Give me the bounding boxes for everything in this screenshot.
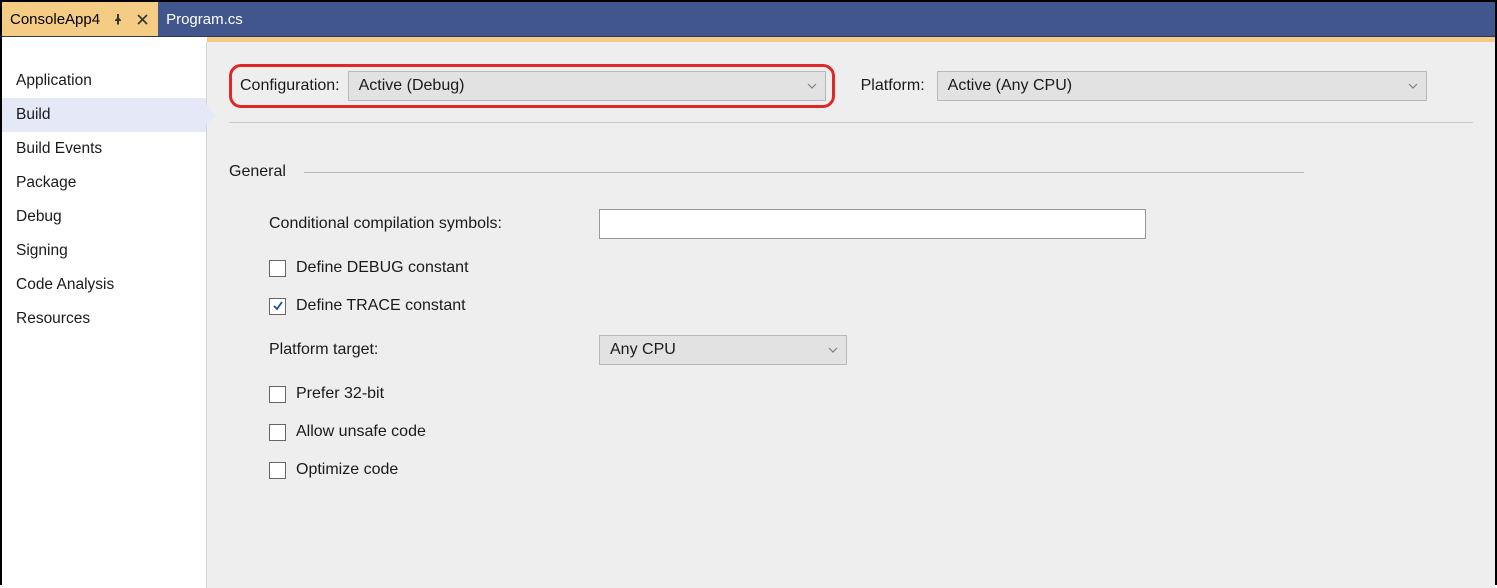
cond-symbols-input[interactable]	[599, 209, 1146, 239]
sidebar-item-label: Debug	[16, 208, 62, 225]
sidebar-item-build-events[interactable]: Build Events	[2, 132, 206, 166]
sidebar-item-label: Signing	[16, 242, 68, 259]
tab-label: Program.cs	[166, 11, 243, 28]
platform-label: Platform:	[861, 77, 925, 95]
pin-icon[interactable]	[110, 12, 125, 27]
configuration-dropdown[interactable]: Active (Debug)	[348, 71, 826, 101]
platform-value: Active (Any CPU)	[948, 77, 1072, 95]
section-title: General	[229, 163, 286, 181]
cond-symbols-label: Conditional compilation symbols:	[269, 215, 599, 233]
platform-dropdown[interactable]: Active (Any CPU)	[937, 71, 1427, 101]
close-icon[interactable]	[135, 12, 150, 27]
sidebar-item-signing[interactable]: Signing	[2, 234, 206, 268]
allow-unsafe-label: Allow unsafe code	[296, 423, 426, 441]
optimize-code-checkbox[interactable]	[269, 462, 286, 479]
sidebar-item-build[interactable]: Build	[2, 98, 206, 132]
sidebar-item-application[interactable]: Application	[2, 64, 206, 98]
properties-content: Configuration: Active (Debug) Platform: …	[207, 42, 1495, 588]
sidebar-item-label: Code Analysis	[16, 276, 114, 293]
define-trace-label: Define TRACE constant	[296, 297, 466, 315]
allow-unsafe-checkbox[interactable]	[269, 424, 286, 441]
sidebar-item-label: Package	[16, 174, 76, 191]
tab-program-cs[interactable]: Program.cs	[158, 2, 251, 36]
platform-target-dropdown[interactable]: Any CPU	[599, 335, 847, 365]
sidebar-item-label: Build	[16, 106, 50, 123]
tab-consoleapp4[interactable]: ConsoleApp4	[2, 2, 158, 36]
optimize-code-label: Optimize code	[296, 461, 398, 479]
configuration-highlight: Configuration: Active (Debug)	[229, 64, 835, 108]
prefer-32bit-label: Prefer 32-bit	[296, 385, 384, 403]
chevron-down-icon	[1408, 83, 1418, 89]
chevron-down-icon	[828, 347, 838, 353]
chevron-down-icon	[807, 83, 817, 89]
tab-bar: ConsoleApp4 Program.cs	[2, 2, 1495, 37]
sidebar-item-debug[interactable]: Debug	[2, 200, 206, 234]
build-general-form: Conditional compilation symbols: Define …	[229, 209, 1473, 479]
properties-sidebar: Application Build Build Events Package D…	[2, 42, 207, 588]
define-trace-checkbox[interactable]	[269, 298, 286, 315]
configuration-value: Active (Debug)	[359, 77, 465, 95]
prefer-32bit-checkbox[interactable]	[269, 386, 286, 403]
sidebar-item-label: Build Events	[16, 140, 102, 157]
tab-label: ConsoleApp4	[10, 11, 100, 28]
configuration-label: Configuration:	[240, 77, 340, 95]
config-platform-row: Configuration: Active (Debug) Platform: …	[229, 64, 1473, 108]
sidebar-item-label: Application	[16, 72, 92, 89]
section-divider	[304, 172, 1304, 173]
platform-target-value: Any CPU	[610, 341, 676, 359]
platform-target-label: Platform target:	[269, 341, 599, 359]
sidebar-item-label: Resources	[16, 310, 90, 327]
sidebar-item-resources[interactable]: Resources	[2, 302, 206, 336]
sidebar-item-code-analysis[interactable]: Code Analysis	[2, 268, 206, 302]
divider	[229, 122, 1473, 123]
define-debug-label: Define DEBUG constant	[296, 259, 469, 277]
section-header-general: General	[229, 163, 1473, 181]
define-debug-checkbox[interactable]	[269, 260, 286, 277]
sidebar-item-package[interactable]: Package	[2, 166, 206, 200]
